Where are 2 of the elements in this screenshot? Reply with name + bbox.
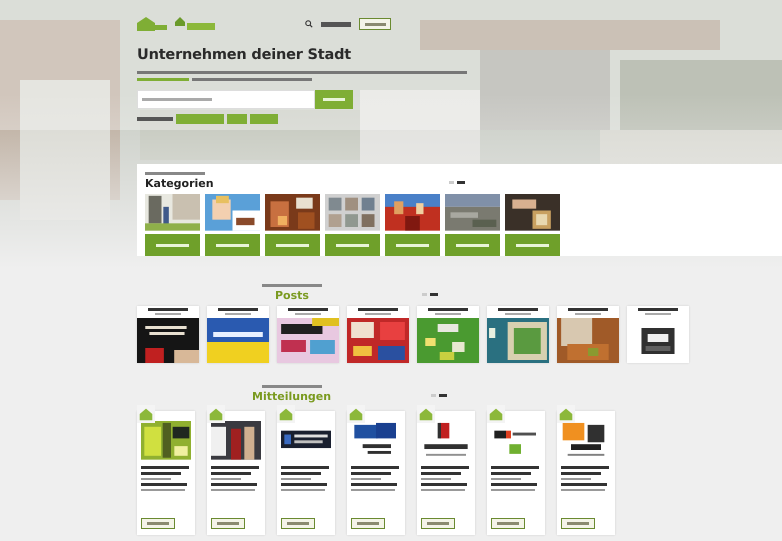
section-heading: Posts bbox=[275, 289, 309, 302]
section-heading: Mitteilungen bbox=[252, 390, 332, 403]
